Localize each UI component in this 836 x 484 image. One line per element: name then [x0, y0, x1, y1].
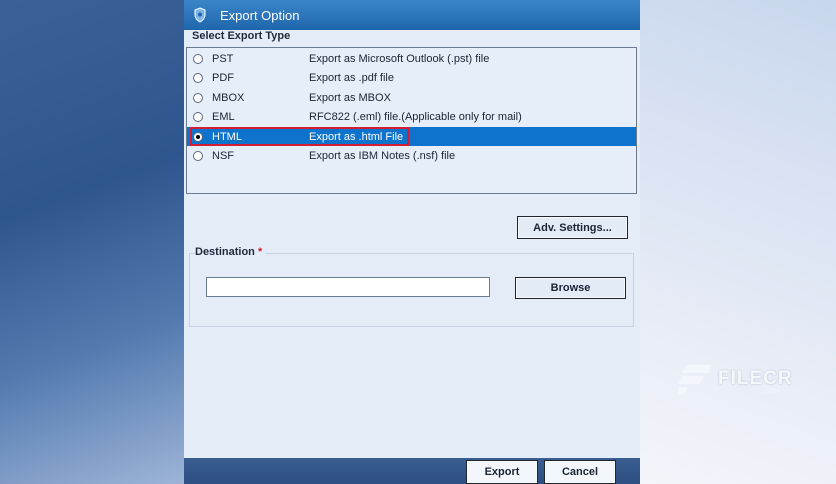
format-label: MBOX — [212, 91, 245, 104]
background-right — [640, 0, 836, 484]
export-option-dialog: Export Option Select Export Type PST Exp… — [184, 0, 640, 484]
radio-button[interactable] — [193, 111, 203, 122]
filecr-watermark: FILECR .com — [678, 362, 793, 396]
filecr-logo-icon — [678, 365, 712, 395]
format-description: Export as IBM Notes (.nsf) file — [309, 149, 456, 162]
export-option-pdf[interactable]: PDF Export as .pdf file — [187, 68, 636, 87]
format-description: RFC822 (.eml) file.(Applicable only for … — [309, 110, 522, 123]
export-option-pst[interactable]: PST Export as Microsoft Outlook (.pst) f… — [187, 49, 636, 68]
browse-button[interactable]: Browse — [515, 277, 626, 299]
format-description: Export as Microsoft Outlook (.pst) file — [309, 52, 490, 65]
export-option-nsf[interactable]: NSF Export as IBM Notes (.nsf) file — [187, 146, 636, 165]
format-label: EML — [212, 110, 235, 123]
format-description: Export as MBOX — [309, 91, 391, 104]
background-left — [0, 0, 184, 484]
watermark-text: FILECR — [718, 368, 793, 389]
title-bar: Export Option — [184, 0, 640, 30]
export-type-label: Select Export Type — [192, 30, 291, 42]
radio-button[interactable] — [193, 92, 203, 103]
format-label: NSF — [212, 149, 234, 162]
cancel-button[interactable]: Cancel — [544, 460, 616, 484]
export-option-eml[interactable]: EML RFC822 (.eml) file.(Applicable only … — [187, 107, 636, 126]
radio-button[interactable] — [193, 53, 203, 64]
watermark-sub: .com — [762, 386, 780, 395]
radio-button-checked[interactable] — [193, 131, 203, 142]
format-label: PST — [212, 52, 234, 65]
radio-button[interactable] — [193, 72, 203, 83]
adv-settings-button[interactable]: Adv. Settings... — [517, 216, 628, 239]
format-label: PDF — [212, 71, 234, 84]
export-option-html[interactable]: HTML Export as .html File — [187, 127, 636, 146]
export-button[interactable]: Export — [466, 460, 538, 484]
format-label: HTML — [212, 130, 242, 143]
export-type-list: PST Export as Microsoft Outlook (.pst) f… — [186, 47, 637, 194]
destination-label-text: Destination — [195, 246, 255, 258]
radio-button[interactable] — [193, 150, 203, 161]
export-option-mbox[interactable]: MBOX Export as MBOX — [187, 88, 636, 107]
format-description: Export as .html File — [309, 130, 404, 143]
gear-shield-icon — [194, 7, 206, 23]
window-title: Export Option — [220, 7, 300, 23]
destination-input[interactable] — [206, 277, 490, 297]
destination-label: Destination * — [195, 246, 266, 258]
required-mark: * — [257, 246, 263, 258]
format-description: Export as .pdf file — [309, 71, 394, 84]
